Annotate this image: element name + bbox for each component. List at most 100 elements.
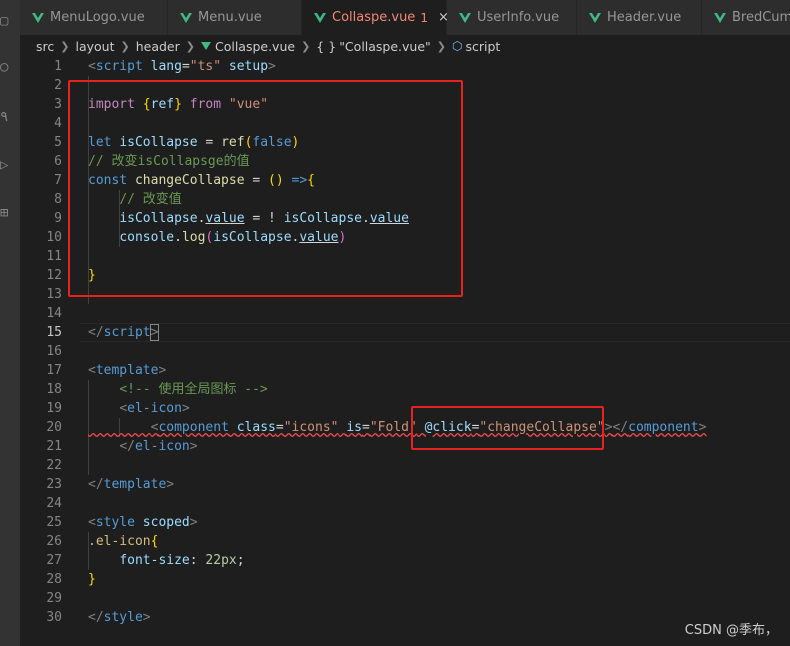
code-line: 9 isCollapse.value = ! isCollapse.value [20, 209, 790, 228]
code-line: 28} [20, 570, 790, 589]
line-number: 9 [54, 211, 62, 226]
tab-label: MenuLogo.vue [50, 10, 145, 25]
tab-collaspe[interactable]: Collaspe.vue 1 × [302, 0, 449, 35]
line-number: 10 [46, 230, 62, 245]
breadcrumb: src ❯ layout ❯ header ❯ Collaspe.vue ❯ {… [20, 35, 790, 57]
line-number: 27 [46, 553, 62, 568]
code-line: 30 </style> [20, 608, 790, 627]
vue-file-icon [180, 12, 192, 23]
watermark: CSDN @季布， [684, 623, 778, 638]
tab-userinfo[interactable]: UserInfo.vue [447, 0, 577, 35]
code-line: 12} [20, 266, 790, 285]
braces-icon: { } [316, 38, 337, 54]
tab-label: Header.vue [607, 10, 682, 25]
tab-menu[interactable]: Menu.vue [168, 0, 302, 35]
search-icon[interactable]: ○ [0, 60, 14, 74]
code-line-active: 15 </script> [20, 323, 790, 342]
code-line: 4 [20, 114, 790, 133]
code-line: 20 <component class="icons" is="Fold" @c… [20, 418, 790, 437]
code-line: 5 let isCollapse = ref(false) [20, 133, 790, 152]
line-number: 2 [54, 78, 62, 93]
explorer-icon[interactable]: ▢ [0, 14, 14, 28]
breadcrumb-file[interactable]: Collaspe.vue [215, 39, 295, 54]
tab-bredcum[interactable]: BredCum.vue [702, 0, 790, 35]
code-line: 8 // 改变值 [20, 190, 790, 209]
problem-count-badge: 1 [420, 10, 428, 25]
tab-label: Collaspe.vue [332, 10, 416, 25]
line-number: 28 [46, 572, 62, 587]
code-line: 22 [20, 456, 790, 475]
line-number: 25 [46, 515, 62, 530]
line-number: 24 [46, 496, 62, 511]
code-line: 3 import {ref} from "vue" [20, 95, 790, 114]
line-number: 26 [46, 534, 62, 549]
breadcrumb-script[interactable]: script [466, 39, 501, 54]
tab-label: Menu.vue [198, 10, 262, 25]
extensions-icon[interactable]: ⊞ [0, 206, 14, 220]
vue-file-icon [314, 12, 326, 23]
vue-file-icon [200, 42, 211, 50]
activity-bar: ▢ ○ ٩ ▷ ⊞ [0, 0, 20, 646]
chevron-right-icon: ❯ [120, 39, 130, 53]
code-line: 13 [20, 285, 790, 304]
code-editor[interactable]: 1 <script lang="ts" setup> 2 3 import {ref… [20, 57, 790, 646]
tab-label: BredCum.vue [732, 10, 790, 25]
code-line: 14 [20, 304, 790, 323]
code-line: 23 </template> [20, 475, 790, 494]
tab-menulogo[interactable]: MenuLogo.vue [20, 0, 168, 35]
line-number: 14 [46, 306, 62, 321]
line-number: 4 [54, 116, 62, 131]
vue-file-icon [714, 12, 726, 23]
line-number: 19 [46, 401, 62, 416]
chevron-right-icon: ❯ [185, 39, 195, 53]
code-line: 2 [20, 76, 790, 95]
code-line: 17 <template> [20, 361, 790, 380]
breadcrumb-header[interactable]: header [136, 39, 180, 54]
code-line: 16 [20, 342, 790, 361]
source-control-icon[interactable]: ٩ [0, 110, 14, 124]
tab-header[interactable]: Header.vue [577, 0, 702, 35]
line-number: 18 [46, 382, 62, 397]
code-line: 19 <el-icon> [20, 399, 790, 418]
code-line: 6// 改变isCollapsge的值 [20, 152, 790, 171]
line-number: 16 [46, 344, 62, 359]
line-number: 6 [54, 154, 62, 169]
code-line: 29 [20, 589, 790, 608]
line-number: 17 [46, 363, 62, 378]
code-line: 26 .el-icon{ [20, 532, 790, 551]
line-number: 1 [54, 59, 62, 74]
line-number: 11 [46, 249, 62, 264]
line-number: 13 [46, 287, 62, 302]
code-line: 25 <style scoped> [20, 513, 790, 532]
code-line: 18 <!-- 使用全局图标 --> [20, 380, 790, 399]
tab-label: UserInfo.vue [477, 10, 560, 25]
line-number: 12 [46, 268, 62, 283]
breadcrumb-layout[interactable]: layout [75, 39, 114, 54]
line-number: 15 [46, 325, 62, 340]
code-line: 27 font-size: 22px; [20, 551, 790, 570]
line-number: 23 [46, 477, 62, 492]
code-line: 24 [20, 494, 790, 513]
line-number: 7 [54, 173, 62, 188]
line-number: 22 [46, 458, 62, 473]
run-debug-icon[interactable]: ▷ [0, 158, 14, 172]
chevron-right-icon: ❯ [301, 39, 311, 53]
line-number: 21 [46, 439, 62, 454]
code-line: 21 </el-icon> [20, 437, 790, 456]
line-number: 20 [46, 420, 62, 435]
line-number: 3 [54, 97, 62, 112]
breadcrumb-src[interactable]: src [36, 39, 54, 54]
code-line: 1 <script lang="ts" setup> [20, 57, 790, 76]
cube-icon: ⬡ [452, 39, 463, 53]
code-line: 11 [20, 247, 790, 266]
line-number: 29 [46, 591, 62, 606]
chevron-right-icon: ❯ [60, 39, 70, 53]
chevron-right-icon: ❯ [436, 39, 447, 53]
vue-file-icon [32, 12, 44, 23]
line-number: 5 [54, 135, 62, 150]
line-number: 8 [54, 192, 62, 207]
breadcrumb-component[interactable]: "Collaspe.vue" [339, 39, 431, 54]
vue-file-icon [589, 12, 601, 23]
vue-file-icon [459, 12, 471, 23]
code-line: 10 console.log(isCollapse.value) [20, 228, 790, 247]
